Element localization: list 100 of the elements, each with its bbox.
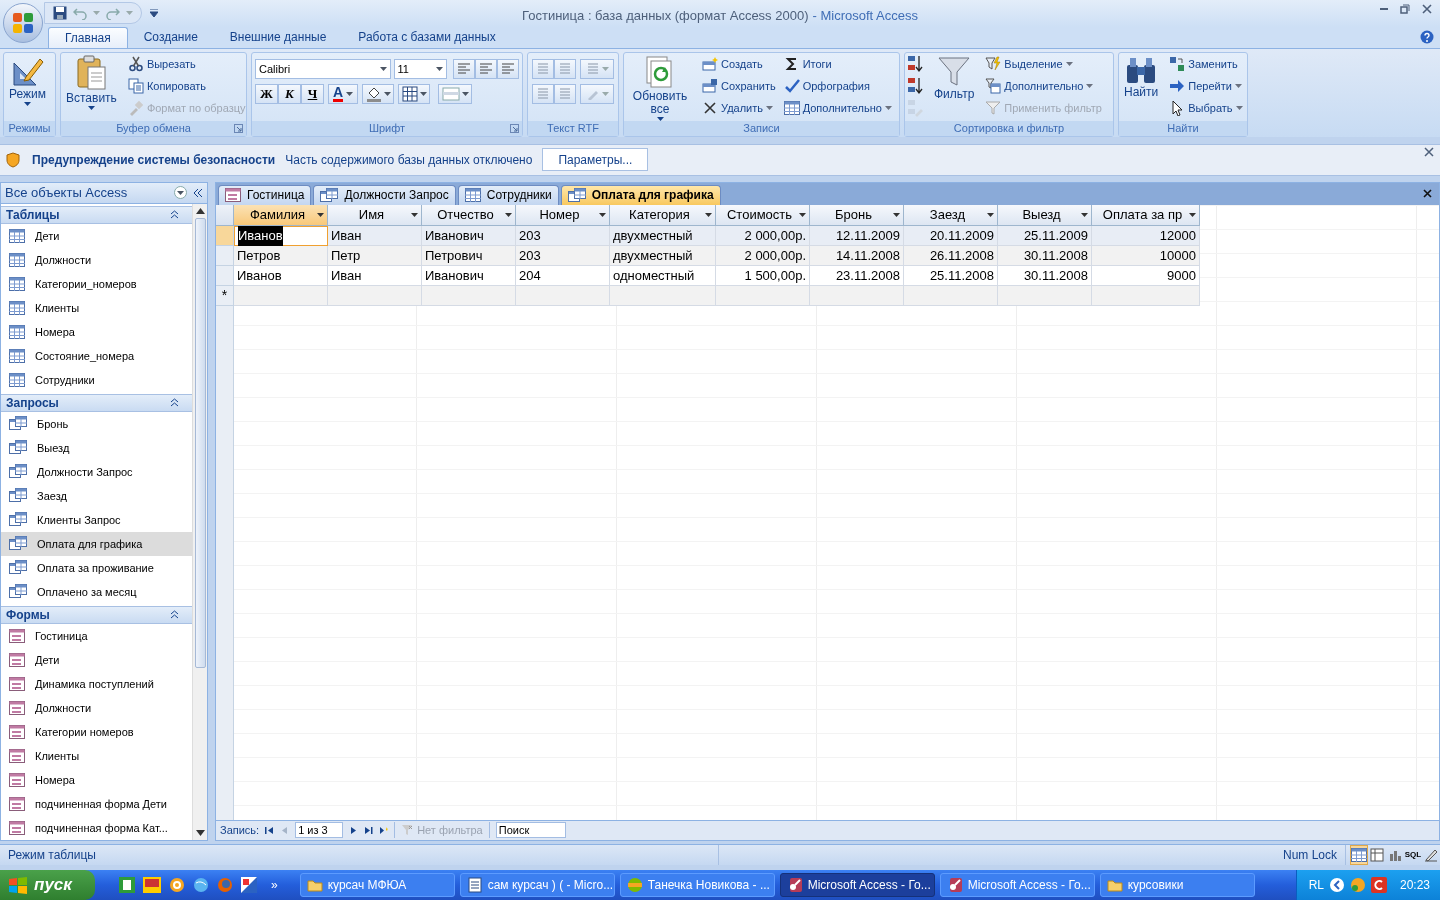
row-selector[interactable]: [216, 225, 234, 246]
large-button[interactable]: Режим: [6, 52, 49, 106]
ribbon-button[interactable]: Вырезать: [127, 52, 246, 75]
ribbon-button[interactable]: Удалить: [702, 96, 776, 119]
navigation-item[interactable]: Номера: [1, 767, 192, 792]
navigation-item[interactable]: Оплата для графика: [1, 531, 192, 556]
ribbon-tab[interactable]: Создание: [127, 26, 214, 48]
column-header[interactable]: Фамилия: [234, 204, 328, 226]
ribbon-button[interactable]: Дополнительно: [985, 74, 1102, 97]
highlight-button[interactable]: [580, 83, 614, 104]
paragraph-direction-button[interactable]: [580, 58, 614, 79]
align-center-button[interactable]: [475, 58, 497, 79]
ribbon-button[interactable]: Заменить: [1169, 52, 1243, 75]
navigation-item[interactable]: Заезд: [1, 483, 192, 508]
style-button[interactable]: Ч: [301, 83, 324, 104]
column-header[interactable]: Имя: [328, 204, 422, 226]
document-tab[interactable]: Оплата для графика: [560, 184, 721, 205]
taskbar-button[interactable]: Microsoft Access - Го...: [779, 873, 935, 897]
section-header[interactable]: Запросы: [1, 393, 192, 412]
options-button[interactable]: Параметры...: [542, 148, 649, 172]
start-button[interactable]: пуск: [0, 870, 95, 900]
view-button[interactable]: SQL: [1404, 844, 1422, 865]
gridlines-button[interactable]: [398, 83, 431, 104]
section-header[interactable]: Таблицы: [1, 205, 192, 224]
navigation-item[interactable]: Сотрудники: [1, 367, 192, 392]
navigation-item[interactable]: Клиенты Запрос: [1, 507, 192, 532]
font-size-field[interactable]: 11: [393, 58, 447, 79]
navigation-item[interactable]: Дети: [1, 647, 192, 672]
taskbar-button[interactable]: Microsoft Access - Го...: [939, 873, 1095, 897]
style-button[interactable]: К: [278, 83, 301, 104]
navigation-item[interactable]: Выезд: [1, 435, 192, 460]
taskbar-button[interactable]: Танечка Новикова - ...: [619, 873, 775, 897]
column-header[interactable]: Оплата за пр: [1092, 204, 1200, 226]
ribbon-button[interactable]: Копировать: [127, 74, 246, 97]
ribbon-button[interactable]: Дополнительно: [783, 96, 892, 119]
document-tab[interactable]: Сотрудники: [457, 184, 559, 205]
ribbon-button[interactable]: Орфография: [783, 74, 892, 97]
record-position-field[interactable]: 1 из 3: [295, 822, 344, 839]
taskbar-button[interactable]: курсовики: [1099, 873, 1255, 897]
navigation-item[interactable]: Динамика поступлений: [1, 671, 192, 696]
increase-indent-button[interactable]: [554, 58, 576, 79]
column-header[interactable]: Отчество: [422, 204, 516, 226]
font-name-field[interactable]: Calibri: [255, 58, 391, 79]
search-field[interactable]: Поиск: [495, 822, 566, 839]
navigation-item[interactable]: Оплачено за месяц: [1, 579, 192, 604]
table-cell: 12000: [1092, 225, 1200, 246]
column-header[interactable]: Бронь: [810, 204, 904, 226]
navigation-item[interactable]: Оплата за проживание: [1, 555, 192, 580]
navigation-item[interactable]: подчиненная форма Кат...: [1, 815, 192, 840]
large-button[interactable]: Фильтр: [931, 52, 978, 119]
navigation-item[interactable]: Должности: [1, 695, 192, 720]
navigation-item[interactable]: Состояние_номера: [1, 343, 192, 368]
style-button[interactable]: Ж: [255, 83, 278, 104]
numbering-button[interactable]: [532, 83, 554, 104]
scrollbar[interactable]: [192, 203, 207, 840]
navigation-item[interactable]: Должности Запрос: [1, 459, 192, 484]
navigation-item[interactable]: Клиенты: [1, 743, 192, 768]
taskbar-button[interactable]: курсач МФЮА: [299, 873, 455, 897]
alternate-fill-button[interactable]: [438, 83, 473, 104]
view-button[interactable]: [1350, 844, 1368, 865]
bullets-button[interactable]: [554, 83, 576, 104]
align-left-button[interactable]: [453, 58, 475, 79]
document-tab[interactable]: Гостиница: [218, 184, 312, 205]
column-header[interactable]: Категория: [610, 204, 716, 226]
navigation-item[interactable]: Бронь: [1, 411, 192, 436]
navigation-item[interactable]: Клиенты: [1, 295, 192, 320]
ribbon-button[interactable]: Выбрать: [1169, 96, 1243, 119]
taskbar-button[interactable]: сам курсач ) ( - Micro...: [459, 873, 615, 897]
large-button[interactable]: Обновить все: [626, 52, 694, 121]
ribbon-button[interactable]: Итоги: [783, 52, 892, 75]
navigation-item[interactable]: Гостиница: [1, 623, 192, 648]
navigation-item[interactable]: подчиненная форма Дети: [1, 791, 192, 816]
large-button[interactable]: Найти: [1121, 52, 1162, 119]
font-color-button[interactable]: A: [328, 83, 359, 104]
decrease-indent-button[interactable]: [532, 58, 554, 79]
navigation-item[interactable]: Номера: [1, 319, 192, 344]
document-tab[interactable]: Должности Запрос: [313, 184, 456, 205]
more-icons-chevron[interactable]: »: [271, 876, 278, 894]
office-button[interactable]: [3, 3, 43, 43]
ribbon-button[interactable]: Выделение: [985, 52, 1102, 75]
navigation-item[interactable]: Должности: [1, 247, 192, 272]
section-header[interactable]: Формы: [1, 605, 192, 624]
fill-color-button[interactable]: [362, 83, 395, 104]
column-header[interactable]: Выезд: [998, 204, 1092, 226]
ribbon-button[interactable]: Перейти: [1169, 74, 1243, 97]
column-header[interactable]: Номер: [516, 204, 610, 226]
large-button[interactable]: Вставить: [63, 52, 120, 119]
ribbon-tab[interactable]: Главная: [48, 26, 128, 48]
navigation-item[interactable]: Дети: [1, 223, 192, 248]
select-all-cell[interactable]: [216, 204, 234, 226]
navigation-item[interactable]: Категории номеров: [1, 719, 192, 744]
column-header[interactable]: Заезд: [904, 204, 998, 226]
align-right-button[interactable]: [497, 58, 519, 79]
ribbon-tab[interactable]: Внешние данные: [213, 26, 343, 48]
navigation-item[interactable]: Категории_номеров: [1, 271, 192, 296]
ribbon-button[interactable]: Сохранить: [702, 74, 776, 97]
ribbon-button[interactable]: Создать: [702, 52, 776, 75]
ribbon-tab[interactable]: Работа с базами данных: [342, 26, 512, 48]
column-header[interactable]: Стоимость: [716, 204, 810, 226]
fox-browser-icon: [217, 877, 233, 893]
